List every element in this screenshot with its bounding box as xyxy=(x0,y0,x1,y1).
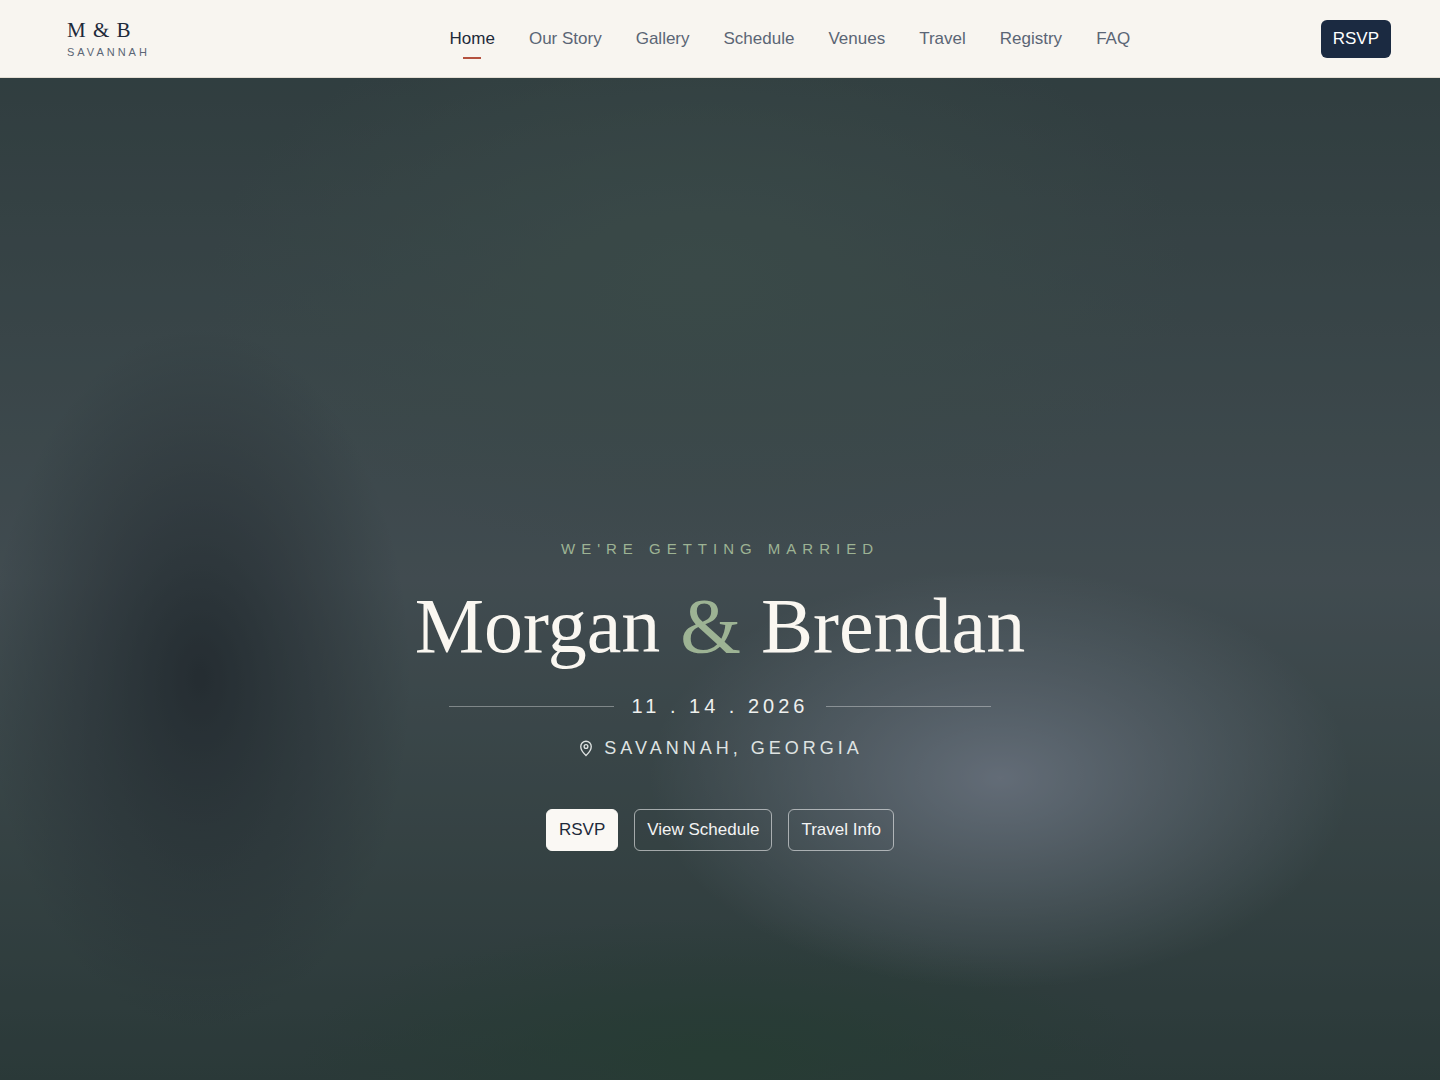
ampersand: & xyxy=(680,579,741,673)
rsvp-button[interactable]: RSVP xyxy=(1321,20,1391,58)
location: SAVANNAH, GEORGIA xyxy=(577,738,862,759)
hero-content: WE'RE GETTING MARRIED Morgan & Brendan 1… xyxy=(0,78,1440,851)
hero: WE'RE GETTING MARRIED Morgan & Brendan 1… xyxy=(0,78,1440,1080)
nav-link[interactable]: Registry xyxy=(1000,23,1062,55)
nav-link[interactable]: Schedule xyxy=(724,23,795,55)
divider-line xyxy=(449,706,614,707)
site-header: M & B SAVANNAH Home Our Story Gallery Sched… xyxy=(0,0,1440,78)
hero-button[interactable]: RSVP xyxy=(546,809,618,851)
main-nav: Home Our Story Gallery Schedule Venues Travel… xyxy=(259,23,1321,55)
brand-monogram: M & B xyxy=(67,19,177,42)
hero-overlay xyxy=(0,78,1440,1080)
date-row: 11 . 14 . 2026 xyxy=(449,695,992,718)
nav-link[interactable]: Travel xyxy=(919,23,966,55)
hero-buttons: RSVP View Schedule Travel Info xyxy=(546,809,894,851)
nav-link[interactable]: Home xyxy=(450,23,495,55)
nav-link[interactable]: Our Story xyxy=(529,23,602,55)
map-pin-icon xyxy=(577,739,595,757)
location-text: SAVANNAH, GEORGIA xyxy=(604,738,862,759)
wedding-date: 11 . 14 . 2026 xyxy=(632,695,809,718)
brand-place: SAVANNAH xyxy=(67,46,177,58)
hero-button[interactable]: View Schedule xyxy=(634,809,772,851)
brand-logo[interactable]: M & B SAVANNAH xyxy=(67,19,177,58)
page: M & B SAVANNAH Home Our Story Gallery Sched… xyxy=(0,0,1440,1080)
divider-line xyxy=(826,706,991,707)
hero-eyebrow: WE'RE GETTING MARRIED xyxy=(561,540,879,557)
nav-link[interactable]: Venues xyxy=(828,23,885,55)
nav-link[interactable]: FAQ xyxy=(1096,23,1130,55)
name-first: Morgan xyxy=(415,579,661,673)
nav-link[interactable]: Gallery xyxy=(636,23,690,55)
hero-button[interactable]: Travel Info xyxy=(788,809,894,851)
couple-names: Morgan & Brendan xyxy=(415,579,1025,673)
name-second: Brendan xyxy=(761,579,1025,673)
